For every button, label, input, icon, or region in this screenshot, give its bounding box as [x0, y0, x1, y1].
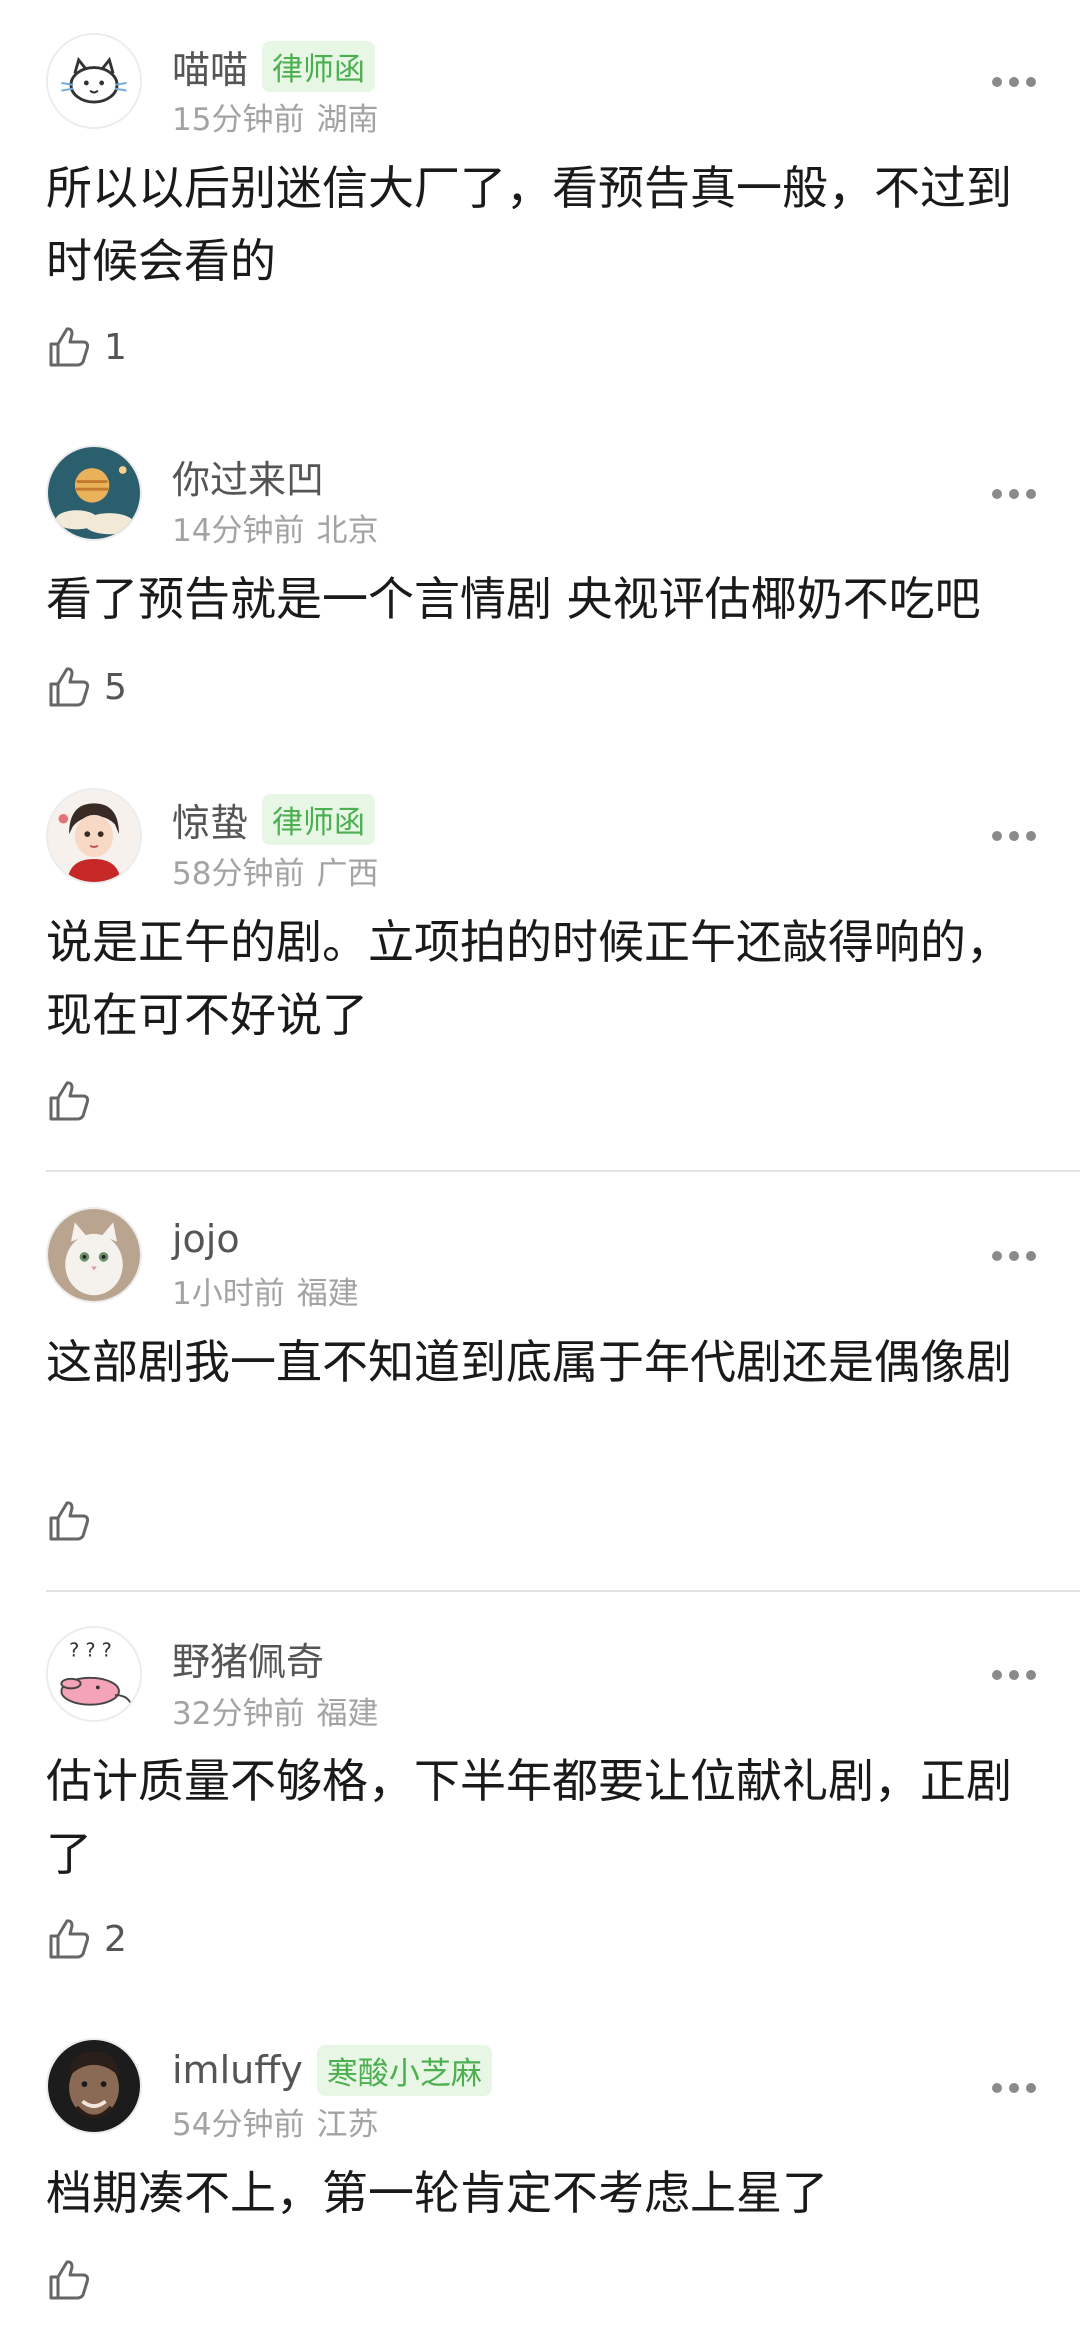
comment-region: 北京: [316, 513, 379, 549]
name-row: 惊蛰 律师函: [172, 791, 376, 847]
more-options-icon[interactable]: [992, 826, 1036, 846]
more-options-icon[interactable]: [992, 484, 1036, 504]
thumbs-up-icon: [49, 1501, 90, 1541]
comment-region: 江苏: [316, 2107, 379, 2143]
comment-time: 14分钟前: [172, 513, 305, 549]
like-button[interactable]: 1: [46, 322, 127, 372]
like-count: 5: [104, 666, 127, 708]
thumbs-up-icon: [49, 1081, 90, 1121]
like-button[interactable]: [46, 2255, 104, 2305]
user-badge: 律师函: [262, 40, 376, 92]
white-cat-avatar[interactable]: [46, 1207, 142, 1303]
like-button[interactable]: [46, 1076, 104, 1126]
more-options-icon[interactable]: [992, 1246, 1036, 1266]
thumbs-up-icon: [49, 667, 90, 707]
user-badge: 寒酸小芝麻: [316, 2044, 492, 2096]
more-options-icon[interactable]: [992, 1665, 1036, 1685]
comment-meta: 54分钟前 江苏: [172, 2099, 378, 2144]
username[interactable]: 野猪佩奇: [172, 1631, 324, 1686]
name-row: imluffy 寒酸小芝麻: [172, 2042, 492, 2098]
comment-text: 这部剧我一直不知道到底属于年代剧还是偶像剧: [46, 1335, 1012, 1389]
comment-divider: [46, 1170, 1080, 1172]
like-count: 1: [104, 326, 127, 368]
comment-region: 福建: [316, 1696, 379, 1732]
cat-doodle-avatar[interactable]: [46, 33, 142, 129]
comment-meta: 14分钟前 北京: [172, 505, 378, 550]
thumbs-up-icon: [49, 1919, 90, 1959]
comment-time: 32分钟前: [172, 1696, 305, 1732]
comment-time: 58分钟前: [172, 856, 305, 892]
comment-text: 看了预告就是一个言情剧 央视评估椰奶不吃吧: [46, 572, 981, 626]
comment-text: 所以以后别迷信大厂了，看预告真一般，不过到时候会看的: [46, 161, 1012, 288]
planet-avatar[interactable]: [46, 445, 142, 541]
username[interactable]: imluffy: [172, 2048, 303, 2092]
like-button[interactable]: 5: [46, 662, 127, 712]
comment-meta: 58分钟前 广西: [172, 848, 378, 893]
thumbs-up-icon: [49, 2260, 90, 2300]
comment-meta: 1小时前 福建: [172, 1268, 359, 1313]
comment-divider: [46, 1590, 1080, 1592]
name-row: 你过来凹: [172, 448, 324, 504]
comment-text: 估计质量不够格，下半年都要让位献礼剧，正剧了: [46, 1754, 1012, 1881]
like-count: 2: [104, 1918, 127, 1960]
comment-region: 福建: [296, 1276, 359, 1312]
username[interactable]: 惊蛰: [172, 792, 248, 847]
comment-region: 湖南: [316, 102, 379, 138]
comment-text: 档期凑不上，第一轮肯定不考虑上星了: [46, 2166, 828, 2220]
username[interactable]: 喵喵: [172, 39, 248, 94]
comment-time: 15分钟前: [172, 102, 305, 138]
comment-time: 1小时前: [172, 1276, 285, 1312]
like-button[interactable]: [46, 1496, 104, 1546]
comment-region: 广西: [316, 856, 379, 892]
comment-time: 54分钟前: [172, 2107, 305, 2143]
cartoon-boy-avatar[interactable]: [46, 788, 142, 884]
user-badge: 律师函: [262, 793, 376, 845]
name-row: 野猪佩奇: [172, 1630, 324, 1686]
name-row: jojo: [172, 1211, 240, 1267]
more-options-icon[interactable]: [992, 72, 1036, 92]
username[interactable]: jojo: [172, 1217, 240, 1261]
more-options-icon[interactable]: [992, 2078, 1036, 2098]
name-row: 喵喵 律师函: [172, 38, 376, 94]
pink-rabbit-avatar[interactable]: ? ? ?: [46, 1626, 142, 1722]
username[interactable]: 你过来凹: [172, 449, 324, 504]
svg-text:? ? ?: ? ? ?: [69, 1639, 112, 1662]
man-portrait-avatar[interactable]: [46, 2038, 142, 2134]
comment-text: 说是正午的剧。立项拍的时候正午还敲得响的，现在可不好说了: [46, 915, 1012, 1042]
like-button[interactable]: 2: [46, 1914, 127, 1964]
comment-meta: 32分钟前 福建: [172, 1688, 378, 1733]
comment-meta: 15分钟前 湖南: [172, 94, 378, 139]
thumbs-up-icon: [49, 327, 90, 367]
